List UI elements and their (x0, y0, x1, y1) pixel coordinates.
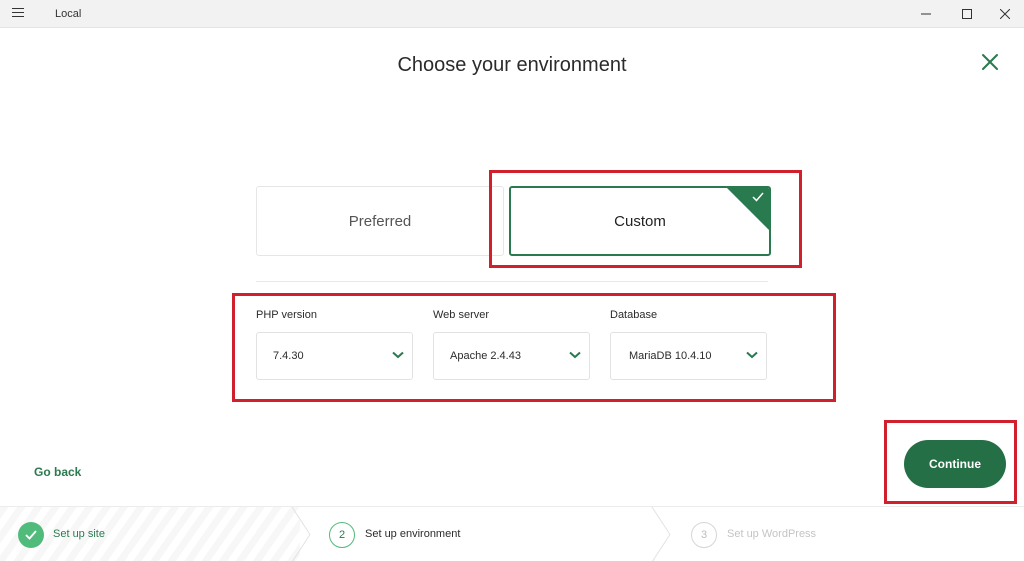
step-2-label: Set up environment (365, 528, 461, 540)
step-3-label: Set up WordPress (727, 528, 817, 540)
divider (256, 281, 768, 282)
menu-icon[interactable] (12, 8, 24, 20)
step-1-complete (18, 522, 44, 548)
environment-option-preferred[interactable]: Preferred (256, 186, 504, 256)
page-title: Choose your environment (397, 54, 627, 76)
environment-option-label: Preferred (348, 212, 412, 230)
step-3-number: 3 (691, 522, 717, 548)
highlight-frame-custom (489, 170, 802, 268)
step-2-number: 2 (329, 522, 355, 548)
setup-stepper: Set up site 2 Set up environment 3 Set u… (0, 506, 1024, 561)
maximize-icon[interactable] (949, 0, 985, 28)
highlight-frame-fields (232, 293, 836, 402)
minimize-icon[interactable] (908, 0, 944, 28)
stepper-background (0, 507, 671, 561)
step-1-label: Set up site (53, 528, 105, 540)
go-back-link[interactable]: Go back (34, 465, 81, 479)
window-close-icon[interactable] (987, 0, 1023, 28)
checkmark-icon (25, 530, 37, 540)
close-icon[interactable] (978, 50, 1002, 74)
window-title: Local (55, 8, 82, 20)
highlight-frame-continue (884, 420, 1017, 504)
window-titlebar: Local (0, 0, 1024, 28)
